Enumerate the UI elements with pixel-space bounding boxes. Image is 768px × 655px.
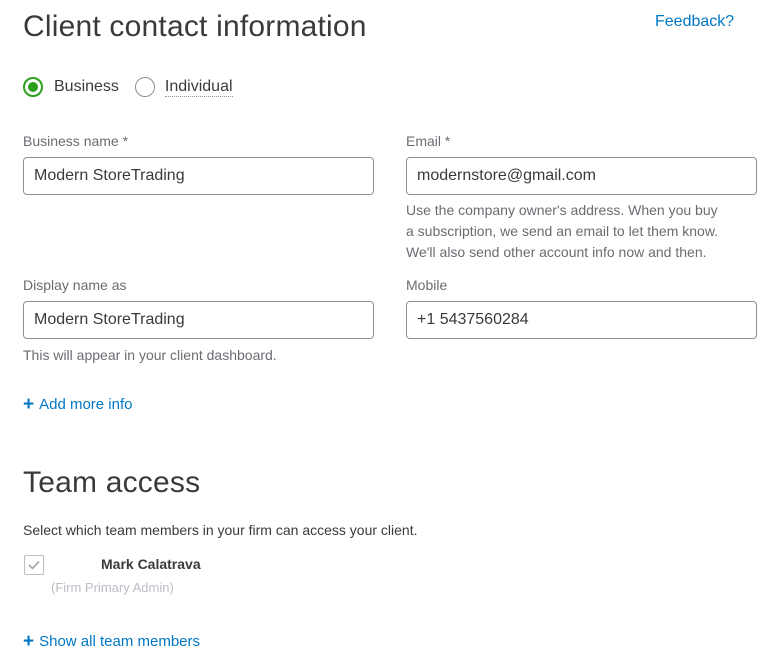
client-type-radio-group: Business Individual xyxy=(23,77,233,97)
radio-business-label: Business xyxy=(54,78,119,95)
mobile-label: Mobile xyxy=(406,277,448,293)
email-label: Email * xyxy=(406,133,451,149)
email-help-line: We'll also send other account info now a… xyxy=(406,244,707,260)
add-more-info-link[interactable]: + Add more info xyxy=(23,393,133,415)
radio-individual[interactable]: Individual xyxy=(134,77,233,97)
display-name-input[interactable] xyxy=(23,301,374,339)
show-all-team-members-link[interactable]: + Show all team members xyxy=(23,630,201,652)
radio-business[interactable]: Business xyxy=(23,77,119,97)
show-all-team-members-label: Show all team members xyxy=(39,633,201,650)
display-name-label: Display name as xyxy=(23,277,127,293)
radio-individual-label: Individual xyxy=(164,77,233,97)
radio-selected-icon[interactable] xyxy=(23,77,43,97)
team-access-description: Select which team members in your firm c… xyxy=(23,522,418,538)
plus-icon: + xyxy=(23,393,35,415)
team-member-name: Mark Calatrava xyxy=(101,556,201,572)
display-name-help: This will appear in your client dashboar… xyxy=(23,347,277,363)
checkmark-icon xyxy=(28,560,40,570)
add-more-info-label: Add more info xyxy=(39,396,133,413)
email-input[interactable] xyxy=(406,157,757,195)
email-help-text: Use the company owner's address. When yo… xyxy=(406,200,766,263)
business-name-input[interactable] xyxy=(23,157,374,195)
business-name-label: Business name * xyxy=(23,133,129,149)
team-access-title: Team access xyxy=(23,466,201,499)
plus-icon: + xyxy=(23,630,35,652)
team-member-checkbox[interactable] xyxy=(24,555,44,575)
email-help-line: a subscription, we send an email to let … xyxy=(406,223,719,239)
email-help-line: Use the company owner's address. When yo… xyxy=(406,202,718,218)
mobile-input[interactable] xyxy=(406,301,757,339)
feedback-link[interactable]: Feedback? xyxy=(655,13,734,31)
radio-unselected-icon[interactable] xyxy=(134,77,155,97)
team-member-role: (Firm Primary Admin) xyxy=(51,580,174,595)
page-title: Client contact information xyxy=(23,10,367,43)
